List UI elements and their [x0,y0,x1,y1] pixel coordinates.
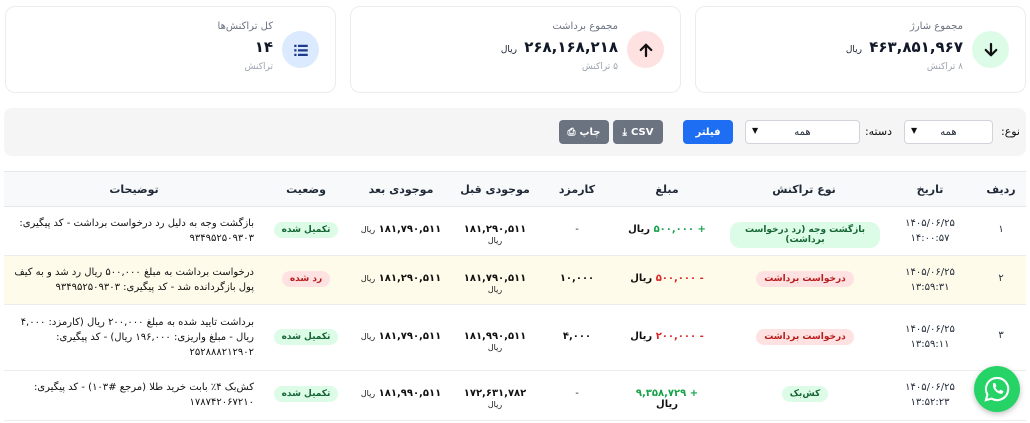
card-title: مجموع شارژ [910,21,963,32]
type-badge: درخواست برداشت [756,271,854,287]
category-select[interactable]: همه ▼ [745,120,860,144]
row-fee: - [575,388,579,399]
row-description: بازگشت وجه به دلیل رد درخواست برداشت - ک… [19,218,254,244]
row-description: کش‌بک ۴٪ بابت خرید طلا (مرجع #۱۰۳) - کد … [33,382,254,408]
row-status: تکمیل شده [271,386,341,402]
filter-button[interactable]: فیلتر [683,120,733,144]
total-withdraw-card: مجموع برداشت ۲۶۸,۱۶۸,۲۱۸ ریال ۵ تراکنش [350,6,681,93]
row-fee: - [575,224,579,235]
row-index: ۱ [998,224,1004,235]
card-subtitle: ۵ تراکنش [581,62,618,72]
row-balance-before: ۱۸۱,۷۹۰,۵۱۱ ریال [463,273,527,294]
row-balance-after: ۱۸۱,۲۹۰,۵۱۱ ریال [360,273,442,284]
row-date: ۱۴۰۵/۰۶/۲۵ ۱۳:۵۹:۳۱ [905,267,955,293]
printer-icon: ⎙ [567,126,576,138]
header-balance-after: موجودی بعد [368,183,434,196]
csv-button[interactable]: ⤓ CSV [613,120,663,144]
header-date: تاریخ [916,183,944,196]
filter-bar: نوع: همه ▼ دسته: همه ▼ فیلتر ⤓ CSV ⎙ چاپ [4,108,1026,156]
row-amount: - ۵۰۰,۰۰۰ ریال [630,273,704,284]
table-row[interactable]: ۲ ۱۴۰۵/۰۶/۲۵ ۱۳:۵۹:۳۱ درخواست برداشت - ۵۰… [4,256,1026,305]
row-fee: ۴,۰۰۰ [562,331,592,342]
arrow-up-icon [627,31,664,68]
total-charge-card: مجموع شارژ ۴۶۳,۸۵۱,۹۶۷ ریال ۸ تراکنش [695,6,1026,93]
row-date: ۱۴۰۵/۰۶/۲۵ ۱۴:۰۰:۵۷ [905,218,955,244]
card-value: ۴۶۳,۸۵۱,۹۶۷ ریال [845,38,963,56]
status-badge: تکمیل شده [273,222,339,238]
card-title: کل تراکنش‌ها [217,21,273,32]
card-subtitle: ۸ تراکنش [926,62,963,72]
row-status: تکمیل شده [271,329,341,345]
whatsapp-button[interactable] [974,366,1020,412]
table-row[interactable]: ۳ ۱۴۰۵/۰۶/۲۵ ۱۳:۵۹:۱۱ درخواست برداشت - ۲۰… [4,305,1026,371]
row-amount: + ۵۰۰,۰۰۰ ریال [628,224,706,235]
status-badge: تکمیل شده [273,329,339,345]
row-balance-before: ۱۸۱,۲۹۰,۵۱۱ ریال [463,224,527,245]
header-fee: کارمزد [558,183,596,196]
row-amount: + ۹,۳۵۸,۷۲۹ ریال [635,388,699,410]
type-filter-label: نوع: [1000,125,1020,138]
row-date: ۱۴۰۵/۰۶/۲۵ ۱۳:۵۹:۱۱ [905,324,955,350]
chevron-down-icon: ▼ [752,126,759,135]
row-balance-after: ۱۸۱,۷۹۰,۵۱۱ ریال [360,331,442,342]
row-amount: - ۲۰۰,۰۰۰ ریال [630,331,704,342]
type-badge: کش‌بک [781,386,829,402]
row-type: کش‌بک [730,386,880,402]
table-header: ردیف تاریخ نوع تراکنش مبلغ کارمزد موجودی… [4,172,1026,207]
row-fee: ۱۰,۰۰۰ [559,273,595,284]
print-button[interactable]: ⎙ چاپ [559,120,609,144]
table-row[interactable]: ۴ ۱۴۰۵/۰۶/۲۵۱۳:۵۲:۲۳ کش‌بک + ۹,۳۵۸,۷۲۹ ر… [4,371,1026,421]
row-balance-after: ۱۸۱,۹۹۰,۵۱۱ ریال [360,388,442,399]
type-badge: درخواست برداشت [756,329,854,345]
row-type: بازگشت وجه (رد درخواست برداشت) [730,222,880,248]
row-date: ۱۴۰۵/۰۶/۲۵ ۱۳:۵۲:۲۳ [905,382,955,408]
total-transactions-card: کل تراکنش‌ها ۱۴ تراکنش [5,6,336,93]
header-description: توضیحات [109,183,159,196]
status-badge: رد شده [281,271,331,287]
status-badge: تکمیل شده [273,386,339,402]
card-title: مجموع برداشت [552,21,618,32]
row-type: درخواست برداشت [730,271,880,287]
header-amount: مبلغ [655,183,679,196]
arrow-down-icon [972,31,1009,68]
row-balance-before: ۱۸۱,۹۹۰,۵۱۱ ریال [463,331,527,352]
row-type: درخواست برداشت [730,329,880,345]
row-description: برداشت تایید شده به مبلغ ۲۰۰,۰۰۰ ریال (ک… [20,317,254,358]
card-subtitle: تراکنش [244,62,273,72]
row-balance-before: ۱۷۲,۶۳۱,۷۸۲ ریال [463,388,527,409]
header-type: نوع تراکنش [772,183,836,196]
row-description: درخواست برداشت به مبلغ ۵۰۰,۰۰۰ ریال رد ش… [14,267,254,293]
header-row-index: ردیف [986,183,1016,196]
row-status: تکمیل شده [271,222,341,238]
whatsapp-icon [984,376,1010,402]
row-balance-after: ۱۸۱,۷۹۰,۵۱۱ ریال [360,224,442,235]
download-icon: ⤓ [622,126,627,138]
stats-cards: مجموع شارژ ۴۶۳,۸۵۱,۹۶۷ ریال ۸ تراکنش مجم… [4,6,1026,93]
header-status: وضعیت [286,183,326,196]
header-balance-before: موجودی قبل [460,183,530,196]
type-select[interactable]: همه ▼ [904,120,993,144]
row-index: ۲ [998,273,1004,284]
row-status: رد شده [271,271,341,287]
type-badge: بازگشت وجه (رد درخواست برداشت) [730,222,880,248]
chevron-down-icon: ▼ [911,126,918,135]
card-value: ۱۴ [254,38,273,56]
row-index: ۳ [998,330,1004,341]
transactions-table: ردیف تاریخ نوع تراکنش مبلغ کارمزد موجودی… [4,171,1026,421]
table-row[interactable]: ۱ ۱۴۰۵/۰۶/۲۵ ۱۴:۰۰:۵۷ بازگشت وجه (رد درخو… [4,207,1026,256]
list-icon [282,31,319,68]
category-filter-label: دسته: [864,125,892,138]
card-value: ۲۶۸,۱۶۸,۲۱۸ ریال [500,38,618,56]
